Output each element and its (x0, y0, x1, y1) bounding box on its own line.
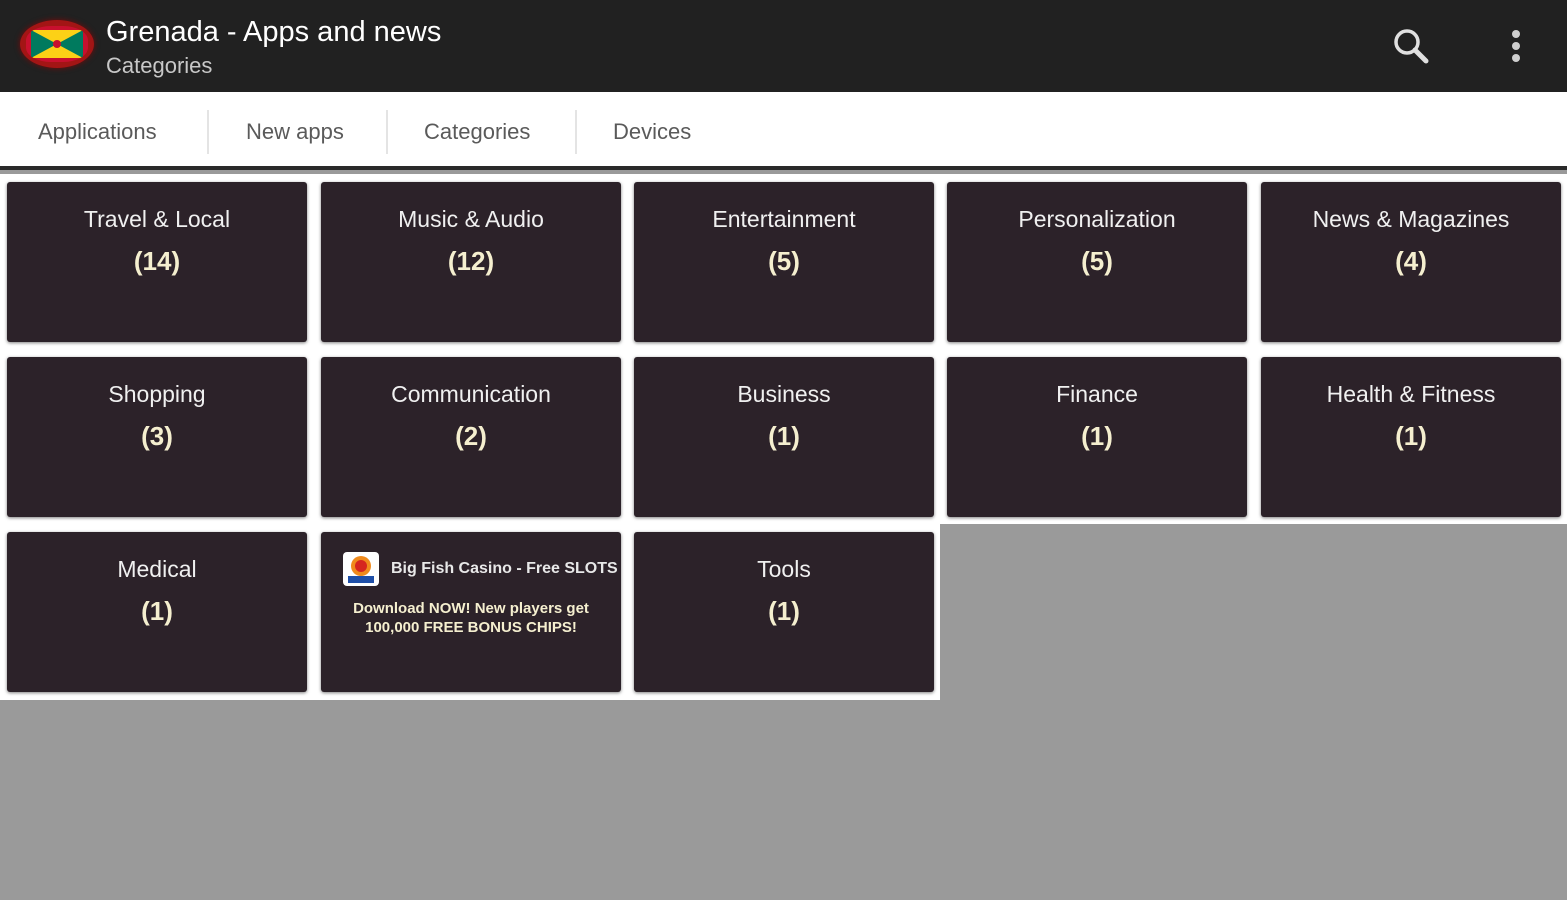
category-tile-health-fitness[interactable]: Health & Fitness (1) (1261, 357, 1561, 517)
category-name: Entertainment (712, 206, 856, 232)
category-count: (1) (1081, 421, 1113, 451)
category-count: (1) (768, 596, 800, 626)
category-tile-travel-local[interactable]: Travel & Local (14) (7, 182, 307, 342)
overflow-menu-icon (1512, 30, 1520, 62)
category-count: (5) (768, 246, 800, 276)
category-tile-finance[interactable]: Finance (1) (947, 357, 1247, 517)
search-icon (1394, 29, 1429, 64)
overflow-menu-button[interactable] (1488, 18, 1544, 74)
ad-tile[interactable]: Big Fish Casino - Free SLOTS Download NO… (321, 532, 621, 692)
category-count: (12) (447, 246, 495, 276)
category-count: (14) (133, 246, 181, 276)
category-name: Health & Fitness (1326, 381, 1496, 407)
tab-applications[interactable]: Applications (38, 92, 157, 166)
category-tile-tools[interactable]: Tools (1) (634, 532, 934, 692)
app-bar: Grenada - Apps and news Categories (0, 0, 1567, 92)
category-name: News & Magazines (1312, 206, 1510, 232)
casino-app-icon (343, 552, 379, 586)
tab-divider (207, 110, 209, 154)
search-button[interactable] (1383, 18, 1439, 74)
app-title: Grenada - Apps and news (106, 16, 442, 48)
category-tile-personalization[interactable]: Personalization (5) (947, 182, 1247, 342)
grenada-flag-icon[interactable] (20, 20, 94, 68)
tab-devices[interactable]: Devices (613, 92, 691, 166)
category-name: Travel & Local (83, 206, 231, 232)
tab-bar: Applications New apps Categories Devices (0, 92, 1567, 170)
tab-divider (575, 110, 577, 154)
category-tile-shopping[interactable]: Shopping (3) (7, 357, 307, 517)
category-count: (4) (1395, 246, 1427, 276)
category-tile-communication[interactable]: Communication (2) (321, 357, 621, 517)
category-name: Medical (117, 556, 197, 582)
category-tile-news-magazines[interactable]: News & Magazines (4) (1261, 182, 1561, 342)
category-name: Business (737, 381, 831, 407)
category-tile-entertainment[interactable]: Entertainment (5) (634, 182, 934, 342)
category-count: (2) (455, 421, 487, 451)
ad-description: Download NOW! New players get 100,000 FR… (353, 600, 589, 636)
category-tile-music-audio[interactable]: Music & Audio (12) (321, 182, 621, 342)
category-count: (5) (1081, 246, 1113, 276)
tab-divider (386, 110, 388, 154)
category-name: Music & Audio (398, 206, 544, 232)
category-count: (1) (1395, 421, 1427, 451)
category-name: Tools (757, 556, 811, 582)
category-name: Personalization (1018, 206, 1176, 232)
ad-title: Big Fish Casino - Free SLOTS (391, 560, 618, 577)
category-count: (1) (768, 421, 800, 451)
category-name: Shopping (108, 381, 206, 407)
category-count: (3) (141, 421, 173, 451)
category-name: Communication (391, 381, 551, 407)
category-name: Finance (1056, 381, 1138, 407)
category-tile-business[interactable]: Business (1) (634, 357, 934, 517)
app-subtitle: Categories (106, 53, 213, 78)
tab-categories[interactable]: Categories (424, 92, 530, 166)
tab-new-apps[interactable]: New apps (246, 92, 344, 166)
category-tile-medical[interactable]: Medical (1) (7, 532, 307, 692)
category-count: (1) (141, 596, 173, 626)
